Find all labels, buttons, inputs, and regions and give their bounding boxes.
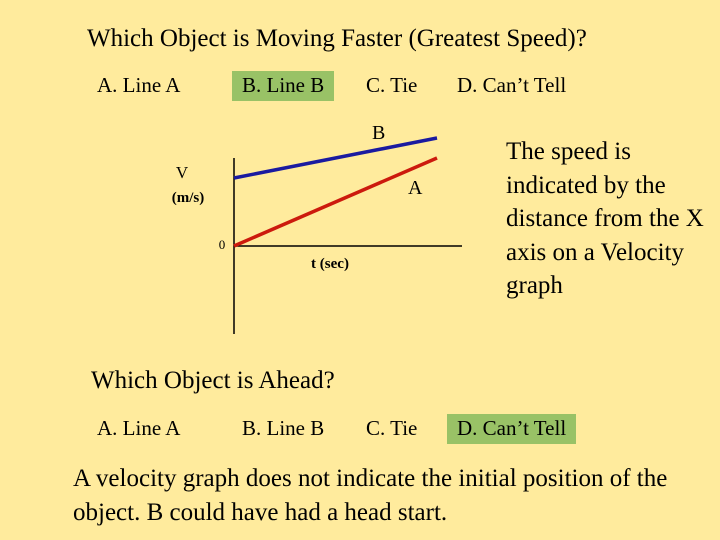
x-axis-label: t (sec) [311,256,349,272]
q2-option-d[interactable]: D. Can’t Tell [447,414,577,444]
q2-option-c[interactable]: C. Tie [366,416,417,441]
side-note: The speed is indicated by the distance f… [506,138,704,299]
line-a-label: A [408,177,423,199]
q2-option-a[interactable]: A. Line A [97,416,180,441]
question2-title: Which Object is Ahead? [91,367,335,394]
y-axis-label-v: V [176,163,189,182]
origin-label: 0 [219,237,226,252]
y-axis-label-units: (m/s) [172,190,205,206]
line-b-label: B [372,122,385,144]
explanation-text: A velocity graph does not indicate the i… [73,465,668,526]
q2-option-b[interactable]: B. Line B [242,416,324,441]
